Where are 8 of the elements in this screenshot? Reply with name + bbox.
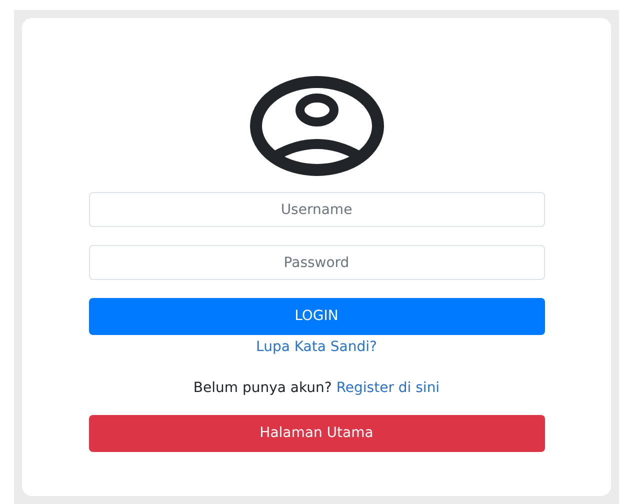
register-link[interactable]: Register di sini: [336, 380, 440, 396]
register-prompt: Belum punya akun? Register di sini: [192, 379, 441, 398]
home-button[interactable]: Halaman Utama: [88, 415, 544, 452]
password-field[interactable]: Password: [88, 245, 544, 280]
user-avatar-icon: [248, 76, 384, 176]
login-button[interactable]: LOGIN: [88, 298, 544, 335]
username-field[interactable]: Username: [88, 192, 544, 227]
forgot-password-link[interactable]: Lupa Kata Sandi?: [256, 337, 377, 358]
